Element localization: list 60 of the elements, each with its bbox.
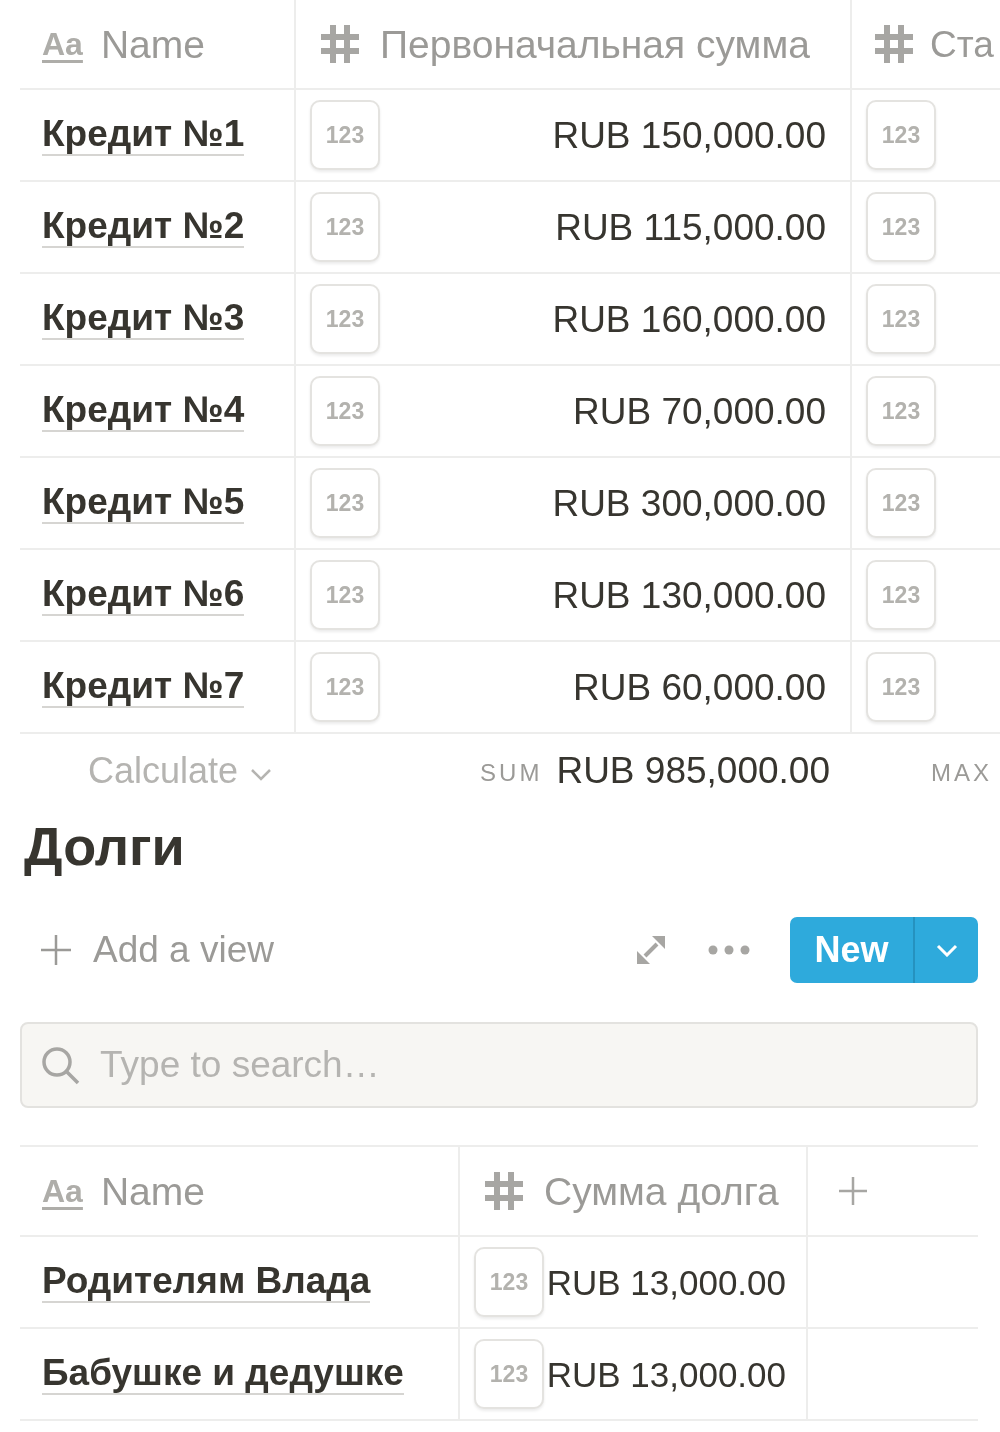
- amount-value: RUB 13,000.00: [546, 1264, 786, 1300]
- number-format-button[interactable]: 123: [310, 192, 380, 262]
- number-format-button[interactable]: 123: [310, 652, 380, 722]
- database-title: Долги: [23, 815, 186, 878]
- chevron-down-icon: [935, 943, 958, 957]
- amount-value: RUB 70,000.00: [573, 392, 826, 430]
- column-header[interactable]: Сумма долга: [460, 1147, 808, 1235]
- number-format-button[interactable]: 123: [866, 100, 936, 170]
- plus-icon[interactable]: [838, 1176, 868, 1206]
- amount-value: RUB 150,000.00: [552, 116, 826, 154]
- chevron-down-icon: [250, 767, 272, 781]
- number-format-button[interactable]: 123: [310, 560, 380, 630]
- calculation-value: RUB 985,000.00: [556, 750, 830, 792]
- text-type-icon: Aa: [42, 28, 83, 60]
- search-field[interactable]: Type to search…: [20, 1022, 978, 1108]
- more-icon[interactable]: [708, 945, 750, 955]
- new-dropdown-button[interactable]: [913, 917, 978, 983]
- amount-value: RUB 300,000.00: [552, 484, 826, 522]
- page-title-link[interactable]: Кредит №6: [42, 573, 245, 617]
- number-format-button[interactable]: 123: [866, 652, 936, 722]
- number-format-button[interactable]: 123: [310, 100, 380, 170]
- number-format-button[interactable]: 123: [310, 284, 380, 354]
- number-format-button[interactable]: 123: [310, 468, 380, 538]
- amount-value: RUB 115,000.00: [555, 208, 826, 246]
- calculation-label: SUM: [480, 759, 543, 787]
- number-format-button[interactable]: 123: [866, 192, 936, 262]
- expand-icon[interactable]: [635, 934, 667, 966]
- number-format-button[interactable]: 123: [866, 376, 936, 446]
- hash-icon: [872, 22, 916, 66]
- page-title-link[interactable]: Родителям Влада: [42, 1260, 371, 1304]
- page-title-link[interactable]: Кредит №5: [42, 481, 245, 525]
- amount-value: RUB 160,000.00: [552, 300, 826, 338]
- number-format-button[interactable]: 123: [866, 284, 936, 354]
- column-header[interactable]: Первоначальная сумма: [296, 0, 852, 88]
- amount-value: RUB 13,000.00: [546, 1356, 786, 1392]
- amount-value: RUB 60,000.00: [573, 668, 826, 706]
- number-format-button[interactable]: 123: [310, 376, 380, 446]
- amount-value: RUB 130,000.00: [552, 576, 826, 614]
- new-button[interactable]: New: [790, 917, 913, 983]
- search-icon: [40, 1045, 80, 1085]
- page-title-link[interactable]: Кредит №1: [42, 113, 245, 157]
- hash-icon: [318, 22, 362, 66]
- page-title-link[interactable]: Кредит №2: [42, 205, 245, 249]
- number-format-button[interactable]: 123: [474, 1339, 544, 1409]
- number-format-button[interactable]: 123: [474, 1247, 544, 1317]
- text-type-icon: Aa: [42, 1175, 83, 1207]
- page-title-link[interactable]: Бабушке и дедушке: [42, 1352, 404, 1396]
- calculate-button[interactable]: Calculate: [87, 750, 272, 792]
- number-format-button[interactable]: 123: [866, 468, 936, 538]
- calculation-label: MAX: [931, 759, 992, 787]
- page-title-link[interactable]: Кредит №7: [42, 665, 245, 709]
- column-header[interactable]: Aa Name: [20, 1147, 460, 1235]
- page-title-link[interactable]: Кредит №4: [42, 389, 245, 433]
- hash-icon: [482, 1169, 526, 1213]
- number-format-button[interactable]: 123: [866, 560, 936, 630]
- column-header[interactable]: Ста: [852, 0, 1000, 88]
- plus-icon: [40, 934, 72, 966]
- page-title-link[interactable]: Кредит №3: [42, 297, 245, 341]
- add-view-button[interactable]: Add a view: [40, 929, 274, 971]
- column-header[interactable]: Aa Name: [20, 0, 296, 88]
